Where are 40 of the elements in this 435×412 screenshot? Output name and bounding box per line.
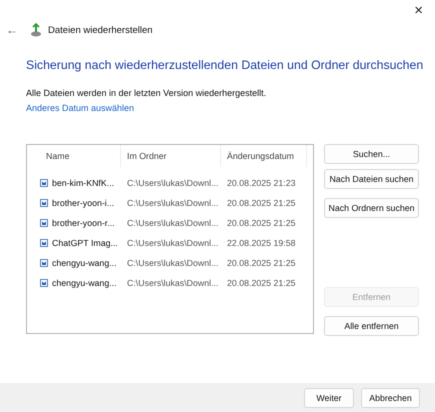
page-heading: Sicherung nach wiederherzustellenden Dateien und Ordner durchsuchen: [26, 58, 424, 72]
side-button[interactable]: Alle entfernen: [324, 316, 419, 336]
side-button[interactable]: Suchen...: [324, 144, 419, 164]
date-cell-text: 20.08.2025 21:25: [226, 278, 296, 288]
side-button[interactable]: Nach Dateien suchen: [324, 169, 419, 189]
folder-cell-text: C:\Users\lukas\Downl...: [126, 278, 220, 288]
image-file-icon: [40, 199, 48, 207]
image-file-icon: [40, 179, 48, 187]
folder-cell-text: C:\Users\lukas\Downl...: [126, 238, 220, 248]
column-header[interactable]: Änderungsdatum: [221, 145, 307, 167]
image-file-icon: [40, 259, 48, 267]
image-file-icon: [40, 219, 48, 227]
date-cell-text: 22.08.2025 19:58: [226, 238, 296, 248]
back-button[interactable]: ←: [6, 23, 20, 37]
file-name: chengyu-wang...: [52, 278, 117, 288]
date-cell-text: 20.08.2025 21:25: [226, 198, 296, 208]
date-link[interactable]: Anderes Datum auswählen: [26, 103, 134, 113]
restore-icon: [30, 23, 42, 37]
window-title: Dateien wiederherstellen: [48, 24, 153, 36]
footer-button[interactable]: Weiter: [304, 388, 354, 408]
date-cell-text: 20.08.2025 21:23: [226, 178, 296, 188]
close-button[interactable]: ×: [414, 2, 423, 19]
footer-button[interactable]: Abbrechen: [361, 388, 420, 408]
description-text: Alle Dateien werden in der letzten Version wiederhergestellt.: [26, 88, 268, 98]
folder-cell-text: C:\Users\lukas\Downl...: [126, 258, 220, 268]
folder-cell-text: C:\Users\lukas\Downl...: [126, 198, 220, 208]
date-cell-text: 20.08.2025 21:25: [226, 258, 296, 268]
folder-cell-text: C:\Users\lukas\Downl...: [126, 178, 220, 188]
file-name: ben-kim-KNfK...: [52, 178, 114, 188]
file-name: brother-yoon-i...: [52, 198, 114, 208]
column-header[interactable]: Name: [27, 145, 121, 167]
image-file-icon: [40, 279, 48, 287]
side-button[interactable]: Nach Ordnern suchen: [324, 198, 419, 218]
file-name: brother-yoon-r...: [52, 218, 115, 228]
column-header[interactable]: Im Ordner: [121, 145, 221, 167]
date-cell-text: 20.08.2025 21:25: [226, 218, 296, 228]
file-name: chengyu-wang...: [52, 258, 117, 268]
image-file-icon: [40, 239, 48, 247]
file-name: ChatGPT Imag...: [52, 238, 118, 248]
folder-cell-text: C:\Users\lukas\Downl...: [126, 218, 220, 228]
